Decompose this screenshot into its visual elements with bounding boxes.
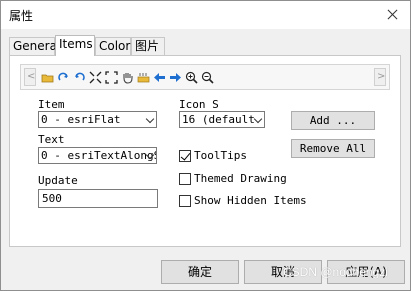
chevron-down-icon	[253, 114, 263, 124]
icon-size-select[interactable]: 16 (default	[179, 111, 265, 128]
insert-item-icon[interactable]	[137, 71, 150, 84]
select-all-icon[interactable]	[89, 71, 102, 84]
chevron-down-icon	[145, 114, 155, 124]
tooltips-checkbox[interactable]: ToolTips	[179, 149, 247, 162]
close-icon[interactable]	[374, 1, 410, 29]
item-select-value: 0 - esriFlat	[41, 113, 121, 126]
themed-drawing-label: Themed Drawing	[194, 172, 287, 185]
window-title: 属性	[9, 9, 34, 23]
ok-button[interactable]: 确定	[161, 260, 239, 284]
tooltips-label: ToolTips	[194, 149, 247, 162]
zoom-out-icon[interactable]	[201, 71, 214, 84]
tab-general[interactable]: General	[9, 37, 60, 55]
item-select[interactable]: 0 - esriFlat	[38, 111, 157, 128]
themed-drawing-checkbox[interactable]: Themed Drawing	[179, 172, 287, 185]
scroll-left-button[interactable]: <	[24, 68, 36, 86]
tab-items[interactable]: Items	[55, 35, 95, 56]
checkbox-checked-icon	[179, 149, 191, 162]
tab-picture[interactable]: 图片	[131, 37, 165, 55]
checkbox-icon	[179, 194, 191, 207]
text-label: Text	[38, 133, 65, 146]
icon-size-label: Icon Size	[179, 98, 219, 111]
add-button[interactable]: Add ...	[291, 111, 375, 130]
checkbox-icon	[179, 172, 191, 185]
properties-dialog: 属性 General Items Color 图片 < > Item 0 - e…	[0, 0, 411, 291]
toolbar	[41, 68, 214, 86]
zoom-in-icon[interactable]	[185, 71, 198, 84]
back-arrow-icon[interactable]	[153, 71, 166, 84]
update-input[interactable]: 500	[38, 189, 158, 208]
update-label: Update	[38, 174, 78, 187]
tab-color[interactable]: Color	[95, 37, 131, 55]
fit-extent-icon[interactable]	[105, 70, 118, 84]
redo-icon[interactable]	[57, 71, 70, 84]
text-select-value: 0 - esriTextAlongS	[41, 149, 157, 162]
show-hidden-items-label: Show Hidden Items	[194, 194, 307, 207]
text-select[interactable]: 0 - esriTextAlongS	[38, 147, 157, 164]
show-hidden-items-checkbox[interactable]: Show Hidden Items	[179, 194, 307, 207]
toolbar-preview: < >	[20, 64, 390, 90]
forward-arrow-icon[interactable]	[169, 71, 182, 84]
undo-icon[interactable]	[73, 71, 86, 84]
title-bar: 属性	[1, 1, 410, 29]
remove-all-button[interactable]: Remove All	[291, 139, 375, 158]
scroll-right-button[interactable]: >	[374, 68, 386, 86]
watermark: CSDN @nodhengzi	[283, 265, 388, 279]
open-folder-icon[interactable]	[41, 71, 54, 84]
icon-size-select-value: 16 (default	[182, 113, 255, 126]
item-label: Item	[38, 98, 65, 111]
items-panel: < > Item 0 - esriFlat Text 0 - esriTextA…	[9, 55, 401, 247]
pan-hand-icon[interactable]	[121, 71, 134, 84]
